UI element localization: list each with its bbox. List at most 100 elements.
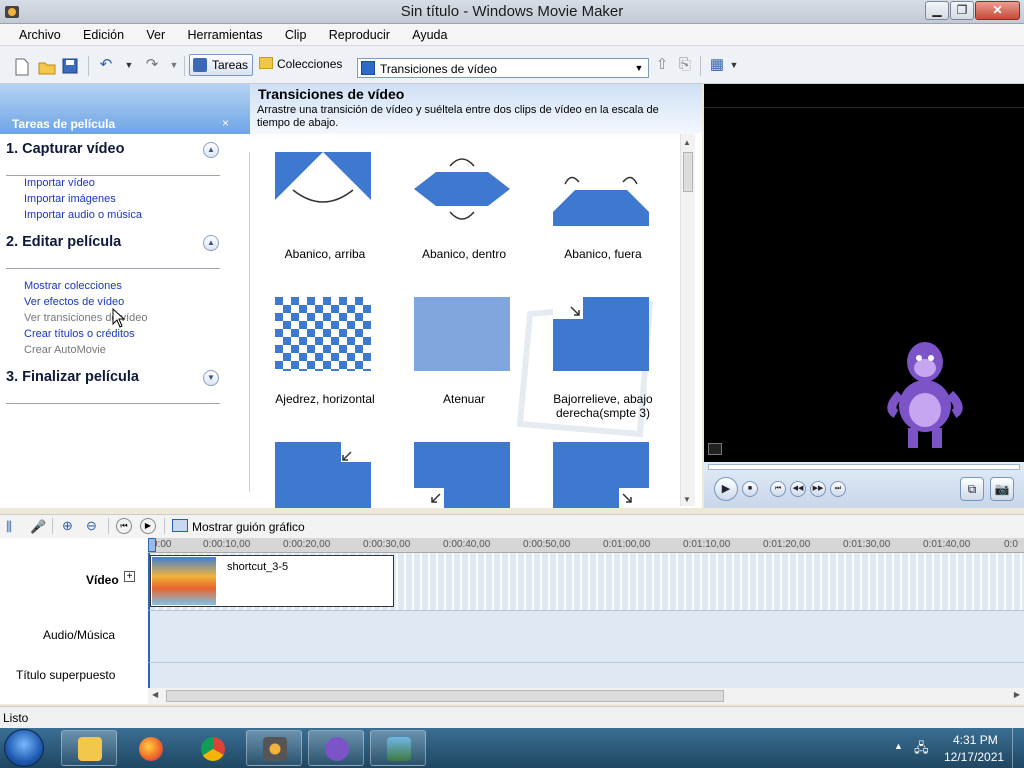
link-view-video-transitions: Ver transiciones de vídeo xyxy=(24,312,148,324)
menu-edicion[interactable]: Edición xyxy=(64,24,124,46)
show-hidden-icons-icon[interactable]: ▲ xyxy=(894,741,903,751)
transition-item[interactable]: Ajedrez, horizontal xyxy=(265,297,385,417)
transition-thumbnail xyxy=(553,152,649,226)
toolbar-separator xyxy=(184,56,185,76)
redo-dropdown-icon[interactable]: ▼ xyxy=(164,55,184,75)
menu-clip[interactable]: Clip xyxy=(266,24,307,46)
ruler-tick: 0:01:10,00 xyxy=(683,539,731,550)
menu-herramientas[interactable]: Herramientas xyxy=(168,24,262,46)
video-clip[interactable]: shortcut_3-5 xyxy=(150,555,394,607)
zoom-in-icon[interactable]: ⊕ xyxy=(62,518,73,534)
undo-icon[interactable]: ↶ xyxy=(96,55,116,75)
playhead[interactable] xyxy=(148,538,156,552)
taskbar-explorer[interactable] xyxy=(61,730,117,766)
rewind-timeline-icon[interactable]: ⏮ xyxy=(116,518,132,534)
previous-frame-icon[interactable]: ⏮ xyxy=(770,481,786,497)
close-button[interactable]: ✕ xyxy=(975,1,1020,20)
transition-item[interactable]: Abanico, dentro xyxy=(404,152,524,272)
start-button[interactable] xyxy=(4,729,44,767)
new-project-icon[interactable] xyxy=(14,58,30,76)
fast-forward-icon[interactable]: ▶▶ xyxy=(810,481,826,497)
transition-thumbnail[interactable] xyxy=(414,442,510,508)
toolbar-separator xyxy=(108,518,109,534)
collections-button[interactable]: Colecciones xyxy=(256,54,348,76)
next-frame-icon[interactable]: ⏭ xyxy=(830,481,846,497)
menu-ver[interactable]: Ver xyxy=(127,24,165,46)
timeline-scrollbar[interactable]: ◀ ▶ xyxy=(148,688,1024,704)
section-finish-movie[interactable]: 3. Finalizar película xyxy=(6,369,139,385)
transition-item[interactable]: Abanico, fuera xyxy=(543,152,663,272)
taskbar-firefox[interactable] xyxy=(122,730,178,766)
link-make-titles-credits[interactable]: Crear títulos o créditos xyxy=(24,328,135,340)
split-clip-icon[interactable] xyxy=(708,443,722,455)
ruler-tick: 0:01:20,00 xyxy=(763,539,811,550)
seek-bar[interactable] xyxy=(708,464,1020,470)
show-desktop-button[interactable] xyxy=(1012,728,1024,768)
transition-item[interactable]: Abanico, arriba xyxy=(265,152,385,272)
show-storyboard-button[interactable]: Mostrar guión gráfico xyxy=(192,520,305,534)
take-picture-icon[interactable]: 📷 xyxy=(990,477,1014,501)
scroll-up-icon[interactable]: ▲ xyxy=(683,138,691,147)
link-show-collections[interactable]: Mostrar colecciones xyxy=(24,280,122,292)
split-icon[interactable]: ⧉ xyxy=(960,477,984,501)
title-overlay-track[interactable] xyxy=(148,662,1024,688)
scroll-left-icon[interactable]: ◀ xyxy=(152,690,158,699)
taskbar-movie-maker[interactable] xyxy=(246,730,302,766)
scroll-right-icon[interactable]: ▶ xyxy=(1014,690,1020,699)
narrate-timeline-icon[interactable]: 🎤 xyxy=(30,519,46,535)
chevron-down-icon[interactable]: ▼ xyxy=(203,370,219,386)
stop-icon[interactable]: ■ xyxy=(742,481,758,497)
scrollbar-thumb[interactable] xyxy=(683,152,693,192)
view-select[interactable]: Transiciones de vídeo ▼ xyxy=(357,58,649,78)
chevron-up-icon[interactable]: ▲ xyxy=(203,235,219,251)
clock-time[interactable]: 4:31 PM xyxy=(953,733,998,747)
menu-ayuda[interactable]: Ayuda xyxy=(393,24,447,46)
menu-archivo[interactable]: Archivo xyxy=(0,24,61,46)
rewind-icon[interactable]: ◀◀ xyxy=(790,481,806,497)
save-icon[interactable] xyxy=(62,58,78,74)
menu-reproducir[interactable]: Reproducir xyxy=(310,24,390,46)
scrollbar-thumb[interactable] xyxy=(166,690,724,702)
content-description: Arrastre una transición de vídeo y suélt… xyxy=(257,104,659,129)
transition-item[interactable]: Atenuar xyxy=(404,297,524,417)
storyboard-icon[interactable] xyxy=(172,519,188,532)
chevron-up-icon[interactable]: ▲ xyxy=(203,142,219,158)
maximize-button[interactable]: ❐ xyxy=(950,1,974,20)
clock-date[interactable]: 12/17/2021 xyxy=(944,750,1004,764)
undo-dropdown-icon[interactable]: ▼ xyxy=(119,55,139,75)
open-project-icon[interactable] xyxy=(38,58,56,76)
taskbar-photo-viewer[interactable] xyxy=(370,730,426,766)
set-audio-levels-icon[interactable]: ⫼ xyxy=(6,519,12,535)
taskbar-bonzi[interactable] xyxy=(308,730,364,766)
audio-track[interactable] xyxy=(148,610,1024,662)
track-label-audio: Audio/Música xyxy=(43,628,116,642)
bonzi-icon xyxy=(325,737,349,761)
minimize-button[interactable]: ▁ xyxy=(925,1,949,20)
chrome-icon xyxy=(201,737,225,761)
section-capture-video[interactable]: 1. Capturar vídeo xyxy=(6,141,124,157)
section-edit-movie[interactable]: 2. Editar película xyxy=(6,234,121,250)
close-tasks-pane-icon[interactable]: × xyxy=(222,116,229,130)
timeline-ruler[interactable]: 0:00 0:00:10,00 0:00:20,00 0:00:30,00 0:… xyxy=(148,538,1024,553)
play-icon[interactable]: ▶ xyxy=(714,477,738,501)
scroll-down-icon[interactable]: ▼ xyxy=(683,495,691,504)
content-scrollbar[interactable]: ▲ ▼ xyxy=(680,134,695,506)
redo-icon[interactable]: ↷ xyxy=(142,55,162,75)
taskbar-chrome[interactable] xyxy=(184,730,240,766)
link-view-video-effects[interactable]: Ver efectos de vídeo xyxy=(24,296,124,308)
expand-track-icon[interactable]: + xyxy=(124,571,135,582)
transition-item[interactable]: Bajorrelieve, abajo derecha(smpte 3) xyxy=(543,297,663,427)
views-dropdown-icon[interactable]: ▼ xyxy=(724,55,744,75)
new-folder-icon[interactable]: ⎘ xyxy=(675,55,695,75)
transition-thumbnail[interactable] xyxy=(275,442,371,508)
tasks-button[interactable]: Tareas xyxy=(189,54,253,76)
up-one-level-icon[interactable]: ⇧ xyxy=(652,55,672,75)
network-icon[interactable]: 🖧 xyxy=(914,739,929,761)
play-timeline-icon[interactable]: ▶ xyxy=(140,518,156,534)
link-import-images[interactable]: Importar imágenes xyxy=(24,193,116,205)
link-import-audio[interactable]: Importar audio o música xyxy=(24,209,142,221)
link-import-video[interactable]: Importar vídeo xyxy=(24,177,95,189)
tasks-pane-title: Tareas de película xyxy=(12,117,116,131)
zoom-out-icon[interactable]: ⊖ xyxy=(86,518,97,534)
transition-thumbnail[interactable] xyxy=(553,442,649,508)
